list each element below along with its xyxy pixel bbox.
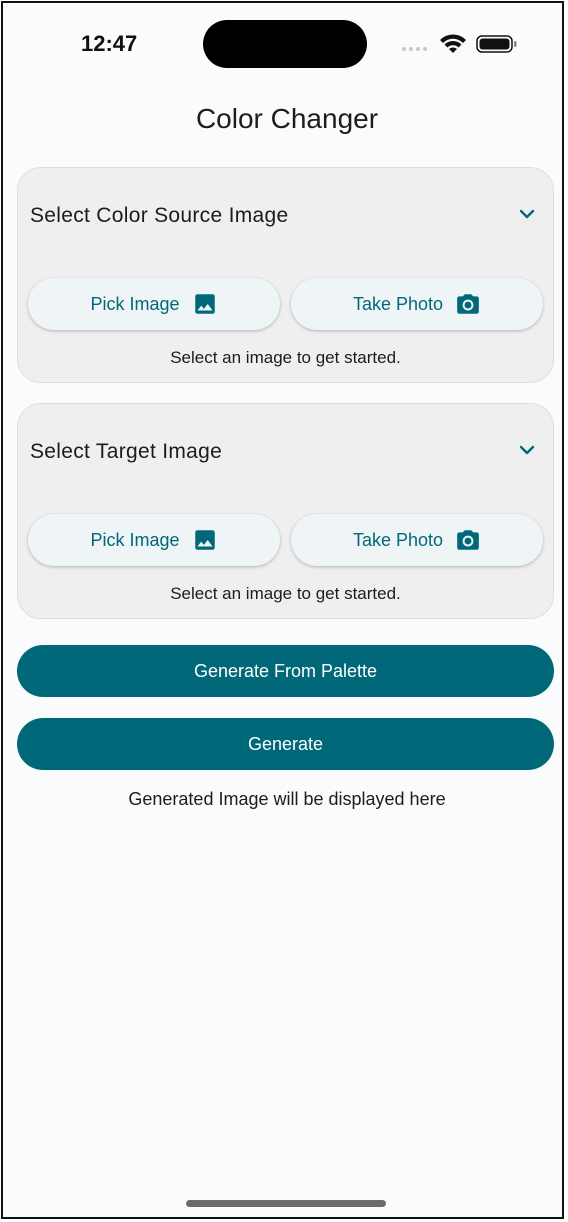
generate-from-palette-button[interactable]: Generate From Palette (17, 645, 554, 697)
camera-icon (457, 530, 479, 550)
image-icon (194, 294, 215, 314)
source-image-card[interactable]: Select Color Source Image Pick Image Tak… (17, 167, 554, 383)
generate-button[interactable]: Generate (17, 718, 554, 770)
generated-image-placeholder: Generated Image will be displayed here (128, 789, 446, 809)
target-card-title: Select Target Image (30, 440, 223, 463)
take-photo-label: Take Photo (352, 529, 444, 550)
pick-image-label: Pick Image (90, 293, 180, 314)
battery-icon (476, 35, 517, 53)
camera-icon (457, 294, 479, 314)
status-time: 12:47 (81, 31, 138, 56)
chevron-down-icon[interactable] (519, 208, 535, 220)
signal-icon (402, 47, 427, 51)
target-card-hint: Select an image to get started. (170, 584, 401, 603)
target-pick-image-button[interactable]: Pick Image (28, 514, 280, 566)
home-indicator[interactable] (186, 1200, 386, 1207)
source-card-title: Select Color Source Image (30, 204, 289, 227)
pick-image-label: Pick Image (90, 529, 180, 550)
source-take-photo-button[interactable]: Take Photo (291, 278, 543, 330)
target-image-card[interactable]: Select Target Image Pick Image Take Phot… (17, 403, 554, 619)
take-photo-label: Take Photo (352, 293, 444, 314)
dynamic-island (203, 20, 367, 68)
target-take-photo-button[interactable]: Take Photo (291, 514, 543, 566)
image-icon (194, 530, 215, 550)
chevron-down-icon[interactable] (519, 444, 535, 456)
wifi-icon (440, 34, 466, 53)
phone-frame: 12:47 Color Changer Select Color Source … (1, 1, 564, 1219)
page-title: Color Changer (195, 103, 379, 134)
source-card-hint: Select an image to get started. (170, 348, 401, 367)
source-pick-image-button[interactable]: Pick Image (28, 278, 280, 330)
